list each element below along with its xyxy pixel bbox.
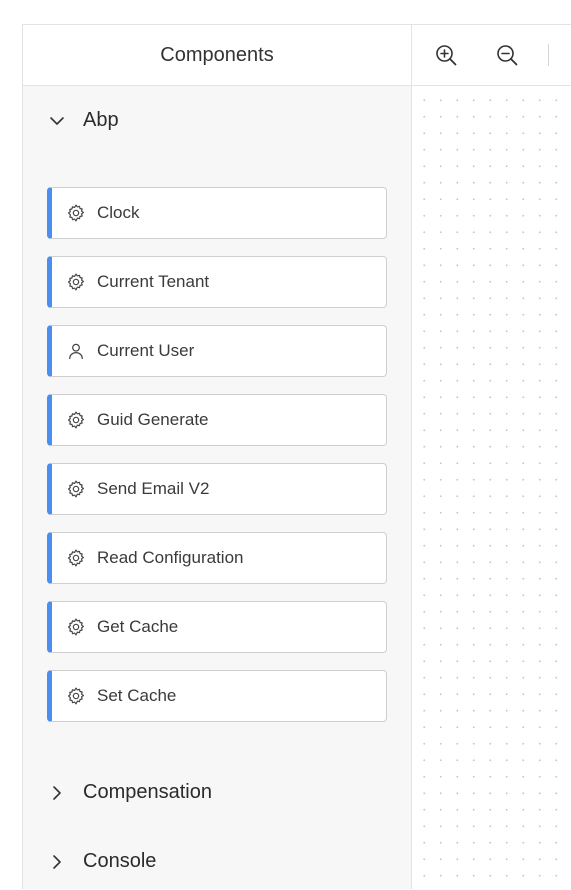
component-item-send-email-v2[interactable]: Send Email V2: [47, 463, 387, 515]
gear-icon: [65, 271, 87, 293]
group-header-console[interactable]: Console: [23, 850, 156, 873]
components-panel: Components Abp Clock Current Tenant Curr…: [22, 24, 412, 889]
chevron-down-icon: [47, 111, 67, 131]
component-label: Send Email V2: [97, 479, 210, 498]
gear-icon: [65, 685, 87, 707]
component-item-clock[interactable]: Clock: [47, 187, 387, 239]
gear-icon: [65, 409, 87, 431]
panel-title: Components: [160, 43, 274, 66]
user-icon: [65, 340, 87, 362]
designer-canvas[interactable]: [412, 24, 571, 890]
component-item-guid-generate[interactable]: Guid Generate: [47, 394, 387, 446]
zoom-out-icon: [497, 45, 518, 66]
component-item-read-configuration[interactable]: Read Configuration: [47, 532, 387, 584]
zoom-out-button[interactable]: [494, 42, 520, 68]
component-label: Read Configuration: [97, 548, 244, 567]
gear-icon: [65, 202, 87, 224]
group-label: Compensation: [83, 781, 212, 803]
component-label: Clock: [97, 203, 140, 222]
component-label: Guid Generate: [97, 410, 209, 429]
component-item-current-user[interactable]: Current User: [47, 325, 387, 377]
zoom-in-icon: [436, 45, 457, 66]
zoom-in-button[interactable]: [433, 42, 459, 68]
group-label: Console: [83, 850, 157, 872]
component-item-set-cache[interactable]: Set Cache: [47, 670, 387, 722]
panel-header: Components: [23, 25, 411, 86]
chevron-right-icon: [47, 852, 67, 872]
gear-icon: [65, 547, 87, 569]
component-label: Current User: [97, 341, 195, 360]
toolbar-divider: [548, 44, 549, 66]
component-label: Current Tenant: [97, 272, 210, 291]
gear-icon: [65, 478, 87, 500]
component-item-current-tenant[interactable]: Current Tenant: [47, 256, 387, 308]
canvas-dot-grid[interactable]: [412, 86, 571, 890]
canvas-toolbar: [412, 25, 571, 86]
component-label: Set Cache: [97, 686, 177, 705]
component-label: Get Cache: [97, 617, 179, 636]
gear-icon: [65, 616, 87, 638]
component-item-get-cache[interactable]: Get Cache: [47, 601, 387, 653]
group-header-abp[interactable]: Abp: [23, 109, 119, 132]
group-header-compensation[interactable]: Compensation: [23, 781, 212, 804]
chevron-right-icon: [47, 783, 67, 803]
group-label: Abp: [83, 109, 119, 131]
